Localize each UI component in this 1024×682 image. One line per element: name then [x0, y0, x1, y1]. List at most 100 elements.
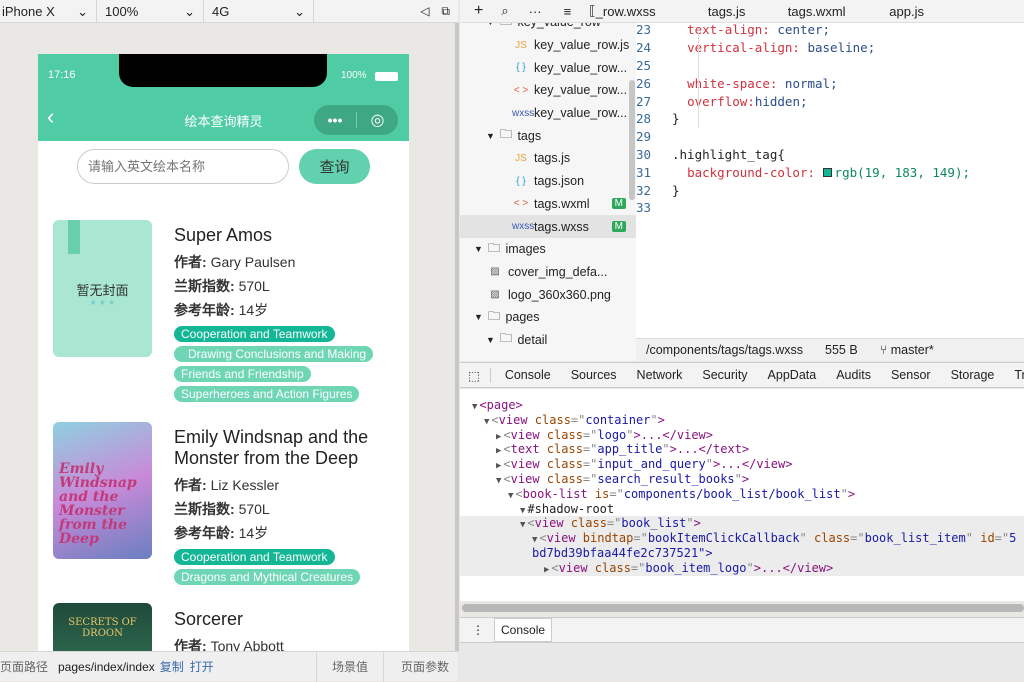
devtools-tab-appdata[interactable]: AppData	[768, 368, 817, 382]
file-tree-item[interactable]: < > tags.wxml M	[460, 193, 636, 216]
devtools-tab-storage[interactable]: Storage	[951, 368, 995, 382]
book-search-input[interactable]	[77, 149, 289, 184]
book-cover-image[interactable]: SECRETS OF DROON	[53, 603, 152, 651]
search-icon[interactable]: ⌕	[501, 3, 508, 19]
expand-arrow-icon[interactable]: ▼	[496, 476, 501, 486]
editor-tab[interactable]: tags.wxml	[772, 4, 862, 19]
tag-highlight[interactable]: Cooperation and Teamwork	[174, 549, 335, 565]
dom-node[interactable]: ▼ <view bindtap="bookItemClickCallback" c…	[460, 531, 1024, 546]
book-list-item[interactable]: Emily Windsnap and the Monster from the …	[174, 427, 399, 587]
book-cover-image[interactable]: Emily Windsnap and the Monster from the …	[53, 422, 152, 559]
console-area[interactable]	[460, 645, 1024, 681]
simulator-scrollbar[interactable]	[455, 23, 459, 651]
collapse-arrow-icon[interactable]: ▶	[496, 446, 501, 456]
network-select[interactable]: 4G ⌄	[204, 0, 314, 23]
expand-arrow-icon[interactable]: ▼	[532, 535, 537, 545]
devtools-tab-security[interactable]: Security	[702, 368, 747, 382]
file-name: key_value_row...	[534, 60, 628, 75]
chevron-down-icon[interactable]: ▼	[486, 131, 495, 141]
devtools-tab-audits[interactable]: Audits	[836, 368, 871, 382]
devtools-tab-trace[interactable]: Trace	[1014, 368, 1024, 382]
tag[interactable]: Superheroes and Action Figures	[174, 386, 360, 402]
tag[interactable]: Drawing Conclusions and Making	[174, 346, 374, 362]
file-tree-item[interactable]: ▼ 🗀 detail	[460, 329, 636, 352]
chevron-down-icon[interactable]: ▼	[474, 244, 483, 254]
chevron-down-icon[interactable]: ▼	[474, 312, 483, 322]
file-tree-item[interactable]: ▼ 🗀 images	[460, 238, 636, 261]
file-tree-item[interactable]: wxss tags.wxss M	[460, 215, 636, 238]
expand-arrow-icon[interactable]: ▼	[508, 491, 513, 501]
file-tree-item[interactable]: < > key_value_row...	[460, 79, 636, 102]
file-tree-item[interactable]: ▼ 🗀 pages	[460, 306, 636, 329]
book-title: Sorcerer	[174, 609, 244, 629]
horizontal-scrollbar[interactable]	[462, 604, 1024, 612]
dom-node[interactable]: ▶ <view class="book_item_logo">...</view>	[460, 560, 1024, 576]
query-button[interactable]: 查询	[299, 149, 370, 184]
file-tree-item[interactable]: ▨ cover_img_defa...	[460, 261, 636, 284]
tag[interactable]: Dragons and Mythical Creatures	[174, 569, 361, 585]
expand-arrow-icon[interactable]: ▼	[472, 402, 477, 412]
inspect-element-icon[interactable]: ⬚	[468, 367, 491, 383]
dom-node[interactable]: ▼ <view class="search_result_books">	[460, 472, 1024, 487]
file-tree-item[interactable]: JS key_value_row.js	[460, 34, 636, 57]
detach-window-icon[interactable]: ⧉	[441, 4, 450, 19]
chevron-down-icon[interactable]: ▼	[486, 335, 495, 345]
page-params-button[interactable]: 页面参数	[382, 651, 458, 682]
drawer-tab-console[interactable]: Console	[494, 618, 553, 642]
editor-tab[interactable]: _row.wxss	[596, 4, 666, 19]
color-swatch[interactable]	[822, 167, 832, 177]
dom-node[interactable]: ▼ <view class="book_list">	[460, 516, 1024, 532]
dom-node[interactable]: ▼ <book-list is="components/book_list/boo…	[460, 487, 1024, 502]
copy-link[interactable]: 复制	[160, 658, 184, 675]
more-icon[interactable]: ···	[529, 4, 542, 19]
dom-attr-value: book_list_item	[864, 531, 966, 546]
code-editor[interactable]: 23 text-align: center; 24 vertical-align:…	[636, 22, 1024, 338]
expand-arrow-icon[interactable]: ▼	[484, 417, 489, 427]
file-tree-item[interactable]: JS tags.js	[460, 147, 636, 170]
speaker-icon[interactable]: ◁	[420, 4, 429, 18]
devtools-tab-network[interactable]: Network	[637, 368, 683, 382]
collapse-arrow-icon[interactable]: ▶	[544, 565, 549, 575]
file-name: tags	[517, 128, 542, 143]
editor-tab[interactable]: app.js	[862, 4, 952, 19]
file-tree-item[interactable]: { } key_value_row...	[460, 56, 636, 79]
git-branch[interactable]: ⑂ master*	[880, 343, 934, 357]
book-cover-placeholder[interactable]: 暂无封面 ★ ★ ★	[53, 220, 152, 357]
dom-node[interactable]: ▶ <text class="app_title">...</text>	[460, 442, 1024, 457]
devtools-tab-console[interactable]: Console	[505, 368, 551, 382]
expand-arrow-icon[interactable]: ▼	[520, 520, 525, 530]
tag[interactable]: Friends and Friendship	[174, 366, 311, 382]
book-list-item[interactable]: Super Amos 作者: Gary Paulsen 兰斯指数: 570L 参…	[174, 225, 399, 404]
file-tree-item[interactable]: ▼ 🗀 tags	[460, 124, 636, 147]
open-link[interactable]: 打开	[190, 658, 214, 675]
more-icon[interactable]: •••	[314, 112, 356, 128]
expand-arrow-icon[interactable]: ▼	[520, 506, 525, 516]
chevron-down-icon[interactable]: ▼	[486, 23, 495, 27]
collapse-arrow-icon[interactable]: ▶	[496, 461, 501, 471]
file-tree-scrollbar[interactable]	[629, 80, 635, 200]
dom-node[interactable]: ▼ <page>	[460, 398, 1024, 413]
dom-node[interactable]: ▶ <view class="input_and_query">...</view…	[460, 457, 1024, 472]
drawer-menu-icon[interactable]: ⋮	[472, 623, 484, 637]
file-tree-item[interactable]: { } tags.json	[460, 170, 636, 193]
dom-node[interactable]: ▼ #shadow-root	[460, 502, 1024, 517]
file-tree-item[interactable]: ▼ 🗀 key_value_row	[460, 23, 636, 34]
close-mini-program-icon[interactable]: ◎	[357, 110, 398, 130]
device-select[interactable]: iPhone X ⌄	[0, 0, 97, 23]
js-file-icon: JS	[515, 39, 527, 51]
tag-highlight[interactable]: Cooperation and Teamwork	[174, 326, 335, 342]
dom-node[interactable]: bd7bd39bfaa44fe2c737521">	[460, 545, 1024, 561]
devtools-tab-sources[interactable]: Sources	[571, 368, 617, 382]
dom-node[interactable]: ▶ <view class="logo">...</view>	[460, 428, 1024, 443]
scene-value-button[interactable]: 场景值	[315, 651, 383, 682]
collapse-arrow-icon[interactable]: ▶	[496, 432, 501, 442]
editor-tab[interactable]: tags.js	[682, 4, 772, 19]
outline-icon[interactable]: ≡	[564, 4, 572, 19]
dom-node[interactable]: ▼ <view class="container">	[460, 413, 1024, 428]
book-list-item[interactable]: Sorcerer 作者: Tony Abbott	[174, 609, 399, 651]
file-tree-item[interactable]: ▨ logo_360x360.png	[460, 283, 636, 306]
zoom-select[interactable]: 100% ⌄	[97, 0, 204, 23]
add-icon[interactable]: +	[474, 2, 483, 20]
file-tree-item[interactable]: wxss key_value_row...	[460, 102, 636, 125]
devtools-tab-sensor[interactable]: Sensor	[891, 368, 931, 382]
